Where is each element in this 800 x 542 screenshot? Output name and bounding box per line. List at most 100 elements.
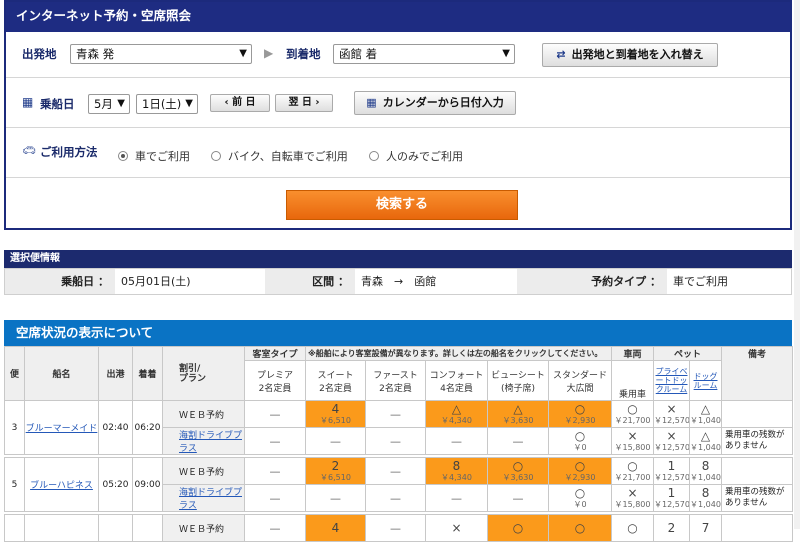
date-key: 乗船日 ： [5, 269, 115, 294]
seat-status-title[interactable]: 空席状況の表示について [4, 320, 792, 346]
plan-cell: ＷＥＢ予約 [162, 400, 245, 428]
departure-select[interactable]: 青森 発 ▼ [70, 44, 252, 64]
pet-cell: × ￥12,570 [653, 427, 690, 455]
seat-cell: — [425, 484, 488, 512]
method-radio-walk[interactable]: 人のみでご利用 [369, 148, 463, 164]
search-panel: インターネット予約・空席照会 出発地 青森 発 ▼ ▶ 到着地 函館 着 ▼ ⇄ 出発… [4, 0, 792, 230]
ship-link-cell[interactable]: ブルーハピネス [24, 457, 99, 512]
col-ship: 船名 [24, 346, 99, 401]
remarks-cell: 乗用車の残数がありません [721, 484, 794, 512]
seat-cell: — [305, 427, 366, 455]
dog-cell: 8 ￥1,040 [688, 484, 723, 512]
method-radio-car[interactable]: 車でご利用 [118, 148, 190, 164]
seat-cell: — [244, 484, 306, 512]
seat-cell[interactable]: 2 ￥6,510 [305, 457, 366, 485]
date-row: ▦ 乗船日 5月 ▼ 1日(土) ▼ ‹ 前 日 翌 日 › ▦ カレンダーから日付入… [6, 77, 790, 127]
remarks-cell [721, 457, 794, 485]
arr-cell: 09:00 [132, 457, 163, 512]
date-label: 乗船日 [40, 97, 75, 111]
method-label: ご利用方法 [40, 145, 98, 159]
arrival-select[interactable]: 函館 着 ▼ [333, 44, 515, 64]
vehicle-cell: ○ ￥21,700 [611, 457, 654, 485]
selected-info-bar: 乗船日 ： 05月01日(土) 区間 ： 青森 → 函館 予約タイプ ： 車でご… [4, 268, 792, 295]
radio-button[interactable] [118, 151, 128, 161]
col-bin: 便 [4, 346, 25, 401]
seat-cell[interactable]: ○ [548, 514, 612, 542]
scrollbar[interactable] [794, 0, 800, 529]
dog-cell: 8 ￥1,040 [688, 457, 723, 485]
seat-cell: — [365, 400, 426, 428]
search-button[interactable]: 検索する [286, 190, 518, 220]
next-day-button[interactable]: 翌 日 › [275, 94, 333, 112]
calendar-input-button[interactable]: ▦ カレンダーから日付入力 [354, 91, 516, 115]
method-row: 🚗︎ ご利用方法 車でご利用 バイク、自転車でご利用 人のみでご利用 [6, 127, 790, 177]
remarks-cell [721, 400, 794, 428]
chevron-down-icon: ▼ [502, 48, 510, 59]
dog-cell: 7 [688, 514, 723, 542]
table-row: ＷＥＢ予約 — 4 — × ○ ○ ○ 2 7 [4, 514, 794, 542]
seat-cell[interactable]: 4 [305, 514, 366, 542]
calendar-grid-icon: ▦ [366, 96, 377, 109]
seat-cell[interactable]: △ ￥3,630 [487, 400, 549, 428]
cabin-header-viewseat: ビューシート (椅子席) [487, 360, 549, 401]
departure-label: 出発地 [22, 47, 57, 61]
seat-cell[interactable]: 4 ￥6,510 [305, 400, 366, 428]
search-panel-title: インターネット予約・空席照会 [6, 2, 790, 32]
swap-button[interactable]: ⇄ 出発地と到着地を入れ替え [542, 43, 718, 67]
section-key: 区間 ： [265, 269, 355, 294]
plan-link-cell[interactable]: 海割ドライブプラス [162, 427, 245, 455]
method-radio-bike[interactable]: バイク、自転車でご利用 [211, 148, 348, 164]
vehicle-cell: ○ ￥21,700 [611, 400, 654, 428]
arrival-label: 到着地 [286, 47, 321, 61]
col-remarks: 備考 [721, 346, 794, 401]
col-arr: 着着 [132, 346, 163, 401]
dog-room-link[interactable]: ドッグルーム [688, 360, 723, 401]
seat-cell: ○ ￥0 [548, 427, 612, 455]
vehicle-cell: ○ [611, 514, 654, 542]
seat-table: 便 船名 出港 着着 割引/ プラン 客室タイプ ※船舶により客室設備が異なりま… [4, 346, 794, 542]
cabin-header-comfort: コンフォート 4名定員 [425, 360, 488, 401]
ship-link-cell[interactable]: ブルーマーメイド [24, 400, 99, 455]
seat-cell[interactable]: ○ [487, 514, 549, 542]
dog-cell: △ ￥1,040 [688, 400, 723, 428]
seat-cell: — [244, 514, 306, 542]
route-row: 出発地 青森 発 ▼ ▶ 到着地 函館 着 ▼ ⇄ 出発地と到着地を入れ替え [6, 32, 790, 77]
ship-link-cell[interactable] [24, 514, 99, 542]
dog-cell: △ ￥1,040 [688, 427, 723, 455]
seat-cell[interactable]: ○ ￥3,630 [487, 457, 549, 485]
cabin-header-standard: スタンダード 大広間 [548, 360, 612, 401]
prev-day-button[interactable]: ‹ 前 日 [210, 94, 270, 112]
dep-cell [98, 514, 133, 542]
cabin-note: ※船舶により客室設備が異なります。詳しくは左の船名をクリックしてください。 [305, 346, 612, 361]
radio-button[interactable] [369, 151, 379, 161]
swap-icon: ⇄ [556, 48, 566, 61]
seat-cell[interactable]: △ ￥4,340 [425, 400, 488, 428]
seat-cell: — [365, 514, 426, 542]
seat-cell[interactable]: ○ ￥2,930 [548, 400, 612, 428]
pet-cell: × ￥12,570 [653, 400, 690, 428]
day-select[interactable]: 1日(土) ▼ [136, 94, 198, 114]
seat-cell[interactable]: 8 ￥4,340 [425, 457, 488, 485]
calendar-icon: ▦ [22, 95, 34, 109]
seat-cell: — [365, 427, 426, 455]
seat-cell[interactable]: ○ ￥2,930 [548, 457, 612, 485]
table-row: 3 ブルーマーメイド 02:40 06:20 ＷＥＢ予約 — 4 ￥6,510 —… [4, 400, 794, 455]
date-value: 05月01日(土) [121, 275, 191, 288]
car-icon: 🚗︎ [22, 144, 36, 157]
seat-cell: ○ ￥0 [548, 484, 612, 512]
plan-cell: ＷＥＢ予約 [162, 457, 245, 485]
radio-button[interactable] [211, 151, 221, 161]
section-value: 青森 → 函館 [361, 275, 437, 288]
col-vehicle: 車両 [611, 346, 654, 361]
bin-cell: 3 [4, 400, 25, 455]
seat-cell: — [487, 484, 549, 512]
seat-cell: — [305, 484, 366, 512]
vehicle-sub: 乗用車 [611, 360, 654, 401]
type-value: 車でご利用 [673, 275, 728, 288]
vehicle-cell: × ￥15,800 [611, 484, 654, 512]
month-select[interactable]: 5月 ▼ [88, 94, 130, 114]
arrow-right-icon: ▶ [264, 46, 274, 60]
private-dog-room-link[interactable]: プライベートドックルーム [653, 360, 690, 401]
plan-link-cell[interactable]: 海割ドライブプラス [162, 484, 245, 512]
selected-info-title: 選択便情報 [4, 250, 792, 268]
